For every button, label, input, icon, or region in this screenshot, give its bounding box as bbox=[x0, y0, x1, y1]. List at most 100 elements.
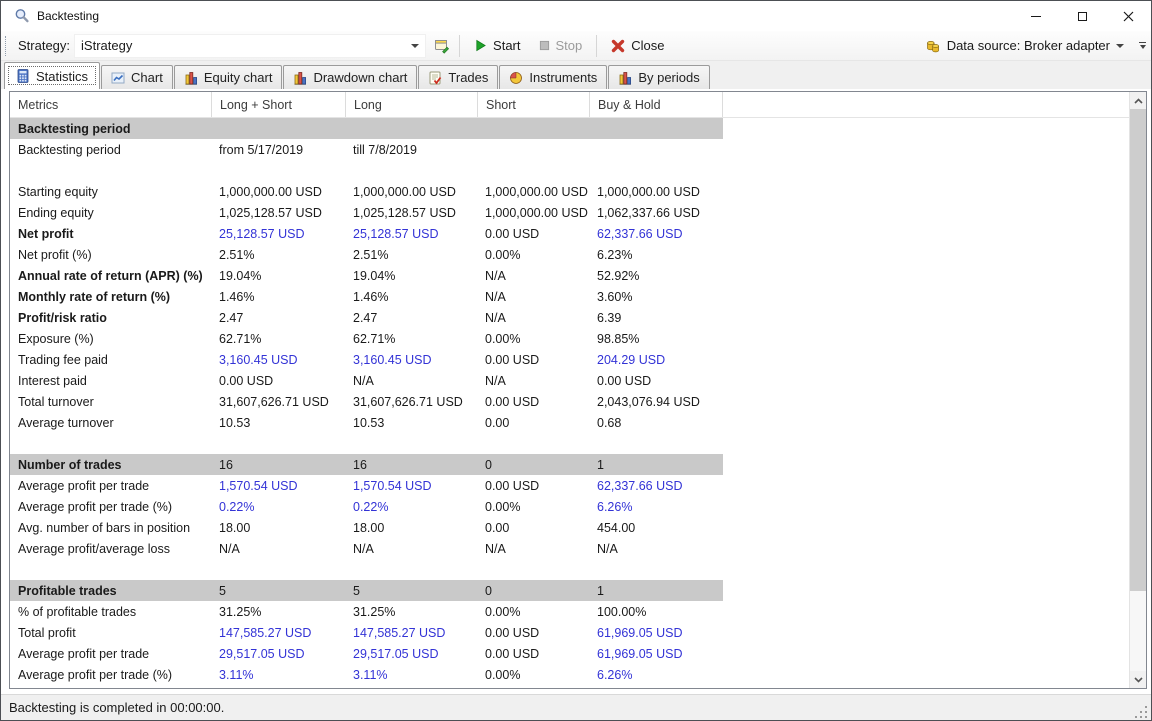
value-cell: 1,570.54 USD bbox=[346, 479, 478, 493]
tab-label: Statistics bbox=[36, 69, 88, 84]
stop-button[interactable]: Stop bbox=[530, 34, 592, 58]
value-cell: 0.00 USD bbox=[590, 374, 723, 388]
tab-equity-chart[interactable]: Equity chart bbox=[174, 65, 283, 89]
table-row[interactable]: Average turnover10.5310.530.000.68 bbox=[10, 412, 723, 433]
overflow-icon bbox=[1140, 45, 1146, 49]
tab-drawdown-chart[interactable]: Drawdown chart bbox=[283, 65, 417, 89]
tab-instruments[interactable]: Instruments bbox=[499, 65, 607, 89]
value-cell: 0.22% bbox=[212, 500, 346, 514]
start-button[interactable]: Start bbox=[465, 34, 529, 58]
close-label: Close bbox=[631, 38, 664, 53]
spacer-row[interactable] bbox=[10, 433, 723, 454]
value-cell: 62.71% bbox=[212, 332, 346, 346]
notes-icon bbox=[428, 71, 442, 85]
table-row[interactable]: Net profit (%)2.51%2.51%0.00%6.23% bbox=[10, 244, 723, 265]
value-cell: N/A bbox=[478, 290, 590, 304]
value-cell: 147,585.27 USD bbox=[346, 626, 478, 640]
value-cell: 147,585.27 USD bbox=[212, 626, 346, 640]
close-icon bbox=[1123, 11, 1134, 22]
metric-cell: Backtesting period bbox=[10, 122, 212, 136]
tab-chart[interactable]: Chart bbox=[101, 65, 173, 89]
status-bar: Backtesting is completed in 00:00:00. bbox=[1, 694, 1151, 720]
value-cell: 0.00% bbox=[478, 248, 590, 262]
metric-cell: Average profit per trade (%) bbox=[10, 500, 212, 514]
table-row[interactable]: Interest paid0.00 USDN/AN/A0.00 USD bbox=[10, 370, 723, 391]
tab-statistics[interactable]: Statistics bbox=[4, 62, 100, 89]
value-cell: 0.00 bbox=[478, 416, 590, 430]
table-row[interactable]: Exposure (%)62.71%62.71%0.00%98.85% bbox=[10, 328, 723, 349]
value-cell: 25,128.57 USD bbox=[212, 227, 346, 241]
table-row[interactable]: Average profit per trade1,570.54 USD1,57… bbox=[10, 475, 723, 496]
value-cell: 0.68 bbox=[590, 416, 723, 430]
value-cell: 0.00 USD bbox=[478, 479, 590, 493]
datasource-selector[interactable]: Data source: Broker adapter bbox=[919, 34, 1136, 58]
chevron-down-icon bbox=[1116, 44, 1124, 48]
table-row[interactable]: Average profit per trade29,517.05 USD29,… bbox=[10, 643, 723, 664]
window-title: Backtesting bbox=[37, 9, 99, 23]
value-cell: 29,517.05 USD bbox=[346, 647, 478, 661]
value-cell: 1,025,128.57 USD bbox=[346, 206, 478, 220]
maximize-icon bbox=[1078, 12, 1087, 21]
table-row[interactable]: Monthly rate of return (%)1.46%1.46%N/A3… bbox=[10, 286, 723, 307]
section-row[interactable]: Backtesting period bbox=[10, 118, 723, 139]
column-header[interactable]: Long + Short bbox=[212, 92, 346, 117]
spacer-row[interactable] bbox=[10, 160, 723, 181]
table-row[interactable]: Net profit25,128.57 USD25,128.57 USD0.00… bbox=[10, 223, 723, 244]
scrollbar-thumb[interactable] bbox=[1130, 109, 1146, 591]
value-cell: 3.11% bbox=[212, 668, 346, 682]
close-window-button[interactable] bbox=[1105, 1, 1151, 31]
scroll-up-button[interactable] bbox=[1130, 92, 1146, 109]
column-header[interactable]: Long bbox=[346, 92, 478, 117]
column-header[interactable]: Short bbox=[478, 92, 590, 117]
table-row[interactable]: Avg. number of bars in position18.0018.0… bbox=[10, 517, 723, 538]
value-cell: 0.22% bbox=[346, 500, 478, 514]
close-button[interactable]: Close bbox=[602, 34, 673, 58]
toolbar-overflow-button[interactable] bbox=[1136, 34, 1149, 58]
table-row[interactable]: Trading fee paid3,160.45 USD3,160.45 USD… bbox=[10, 349, 723, 370]
value-cell: 25,128.57 USD bbox=[346, 227, 478, 241]
vertical-scrollbar[interactable] bbox=[1129, 92, 1146, 688]
value-cell: 1,000,000.00 USD bbox=[346, 185, 478, 199]
scroll-down-button[interactable] bbox=[1130, 671, 1146, 688]
strategy-label: Strategy: bbox=[18, 38, 70, 53]
table-row[interactable]: Average profit per trade (%)0.22%0.22%0.… bbox=[10, 496, 723, 517]
value-cell: 2.51% bbox=[346, 248, 478, 262]
metric-cell: Interest paid bbox=[10, 374, 212, 388]
resize-grip[interactable] bbox=[1135, 706, 1149, 720]
title-bar[interactable]: Backtesting bbox=[1, 1, 1151, 31]
value-cell: 62,337.66 USD bbox=[590, 227, 723, 241]
table-row[interactable]: Average profit per trade (%)3.11%3.11%0.… bbox=[10, 664, 723, 685]
table-row[interactable]: Ending equity1,025,128.57 USD1,025,128.5… bbox=[10, 202, 723, 223]
value-cell: 0 bbox=[478, 584, 590, 598]
metric-cell: Profit/risk ratio bbox=[10, 311, 212, 325]
bar-chart-icon bbox=[618, 71, 632, 85]
table-row[interactable]: Total turnover31,607,626.71 USD31,607,62… bbox=[10, 391, 723, 412]
value-cell: N/A bbox=[590, 542, 723, 556]
start-label: Start bbox=[493, 38, 520, 53]
tab-trades[interactable]: Trades bbox=[418, 65, 498, 89]
spacer-row[interactable] bbox=[10, 559, 723, 580]
metric-cell: Average profit per trade bbox=[10, 479, 212, 493]
table-row[interactable]: Annual rate of return (APR) (%)19.04%19.… bbox=[10, 265, 723, 286]
tab-by-periods[interactable]: By periods bbox=[608, 65, 709, 89]
section-row[interactable]: Profitable trades5501 bbox=[10, 580, 723, 601]
section-row[interactable]: Number of trades161601 bbox=[10, 454, 723, 475]
minimize-button[interactable] bbox=[1013, 1, 1059, 31]
column-header[interactable]: Metrics bbox=[10, 92, 212, 117]
metric-cell: % of profitable trades bbox=[10, 605, 212, 619]
metric-cell: Starting equity bbox=[10, 185, 212, 199]
value-cell: 52.92% bbox=[590, 269, 723, 283]
table-row[interactable]: Average profit/average lossN/AN/AN/AN/A bbox=[10, 538, 723, 559]
table-row[interactable]: % of profitable trades31.25%31.25%0.00%1… bbox=[10, 601, 723, 622]
maximize-button[interactable] bbox=[1059, 1, 1105, 31]
column-header[interactable]: Buy & Hold bbox=[590, 92, 723, 117]
value-cell: 0.00 USD bbox=[478, 626, 590, 640]
strategy-combobox[interactable]: iStrategy bbox=[74, 34, 426, 58]
table-row[interactable]: Starting equity1,000,000.00 USD1,000,000… bbox=[10, 181, 723, 202]
table-row[interactable]: Total profit147,585.27 USD147,585.27 USD… bbox=[10, 622, 723, 643]
toolbar-grip[interactable] bbox=[5, 36, 6, 56]
table-row[interactable]: Profit/risk ratio2.472.47N/A6.39 bbox=[10, 307, 723, 328]
table-row[interactable]: Backtesting periodfrom 5/17/2019till 7/8… bbox=[10, 139, 723, 160]
metric-cell: Average profit per trade bbox=[10, 647, 212, 661]
strategy-properties-button[interactable] bbox=[430, 34, 454, 58]
